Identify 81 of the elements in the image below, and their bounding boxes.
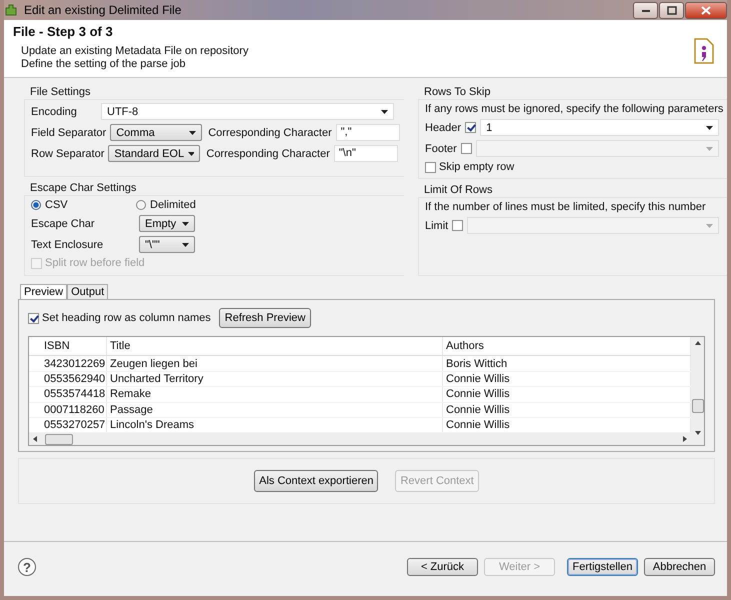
maximize-icon [666,6,676,14]
checkbox[interactable] [460,143,472,154]
separator-dropdown[interactable]: Standard EOL [108,145,200,162]
tab[interactable]: Output [67,284,108,299]
column-header: Title [107,337,443,356]
minimize-button[interactable] [633,2,658,18]
column-header: ISBN [41,337,107,356]
field-label: Corresponding Character [206,148,330,160]
radio-button[interactable] [31,200,41,210]
close-icon [701,6,711,14]
vertical-scrollbar[interactable] [691,337,704,445]
group-title: File Settings [29,85,92,99]
checkbox[interactable]: Skip empty row [425,161,724,173]
help-button[interactable]: ? [18,558,36,576]
dropdown[interactable]: Empty [139,215,195,232]
caret-icon [182,242,189,246]
separator-dropdown[interactable]: Comma [110,124,202,141]
table-cell: Uncharted Territory [107,372,443,386]
caret-icon [189,130,196,134]
input-field[interactable]: "\n" [334,145,398,162]
checkbox[interactable] [452,220,464,231]
wizard-button[interactable]: Fertigstellen [567,558,638,576]
down-arrow-icon[interactable] [694,429,702,437]
step-title: File - Step 3 of 3 [13,24,114,39]
checkbox[interactable] [465,122,476,133]
table-cell: 3423012269 [41,356,107,371]
hint-text: If the number of lines must be limited, specify this number [425,201,707,213]
group-title: Rows To Skip [423,85,492,99]
input-field[interactable]: "," [336,124,400,141]
field-label: Text Enclosure [31,238,104,250]
caret-icon [188,152,194,156]
field-label: Field Separator [31,126,106,138]
minimize-icon [640,7,650,13]
table-cell: 0553574418 [41,387,107,402]
group-title: Limit Of Rows [423,183,494,197]
caret-icon [182,222,189,226]
table-cell: 0007118260 [41,402,107,418]
radio-button[interactable] [136,200,146,210]
dropdown[interactable]: "\"" [139,236,195,253]
caret-icon [706,146,714,150]
table-cell: Remake [107,387,443,402]
context-button[interactable]: Als Context exportieren [254,470,378,492]
header-description: Define the setting of the parse job [20,58,186,71]
field-label: Limit [425,220,448,232]
radio-label: Delimited [150,199,196,211]
horizontal-scrollbar[interactable] [29,433,691,446]
up-arrow-icon[interactable] [694,339,702,347]
checkbox[interactable]: Set heading row as column names [28,312,211,324]
field-label: Escape Char [31,218,96,230]
header-description: Update an existing Metadata File on repository [20,45,248,58]
caret-icon [381,110,388,114]
field-label: Header [425,122,462,134]
wizard-button[interactable]: Abbrechen [644,558,715,576]
table-cell: Passage [107,402,443,418]
table-cell: Lincoln's Dreams [107,418,443,432]
tab[interactable]: Preview [20,284,68,299]
table-cell: Zeugen liegen bei [107,356,443,371]
scrollbar-thumb[interactable] [45,434,73,446]
refresh-preview-button[interactable]: Refresh Preview [218,308,312,328]
encoding-dropdown[interactable]: UTF-8 [101,103,394,120]
left-arrow-icon[interactable] [31,435,39,444]
field-label: Encoding [31,106,78,118]
radio-label: CSV [45,199,68,211]
group-title: Escape Char Settings [29,181,138,195]
right-arrow-icon[interactable] [681,435,689,444]
table-cell: 0553562940 [41,372,107,386]
caret-icon [706,224,714,228]
scrollbar-thumb[interactable] [692,399,704,413]
caret-icon [706,126,714,130]
field-label: Footer [425,142,457,154]
wizard-button[interactable]: < Zurück [407,558,478,576]
hint-text: If any rows must be ignored, specify the following parameters [425,103,724,115]
field-label: Corresponding Character [208,126,332,138]
close-button[interactable] [685,2,727,18]
puzzle-icon [4,3,18,17]
field-label: Row Separator [31,148,104,160]
document-icon [693,38,715,64]
window-title: Edit an existing Delimited File [24,3,182,17]
header-rows-dropdown[interactable]: 1 [480,119,720,136]
table-cell: 0553270257 [41,418,107,432]
maximize-button[interactable] [659,2,684,18]
